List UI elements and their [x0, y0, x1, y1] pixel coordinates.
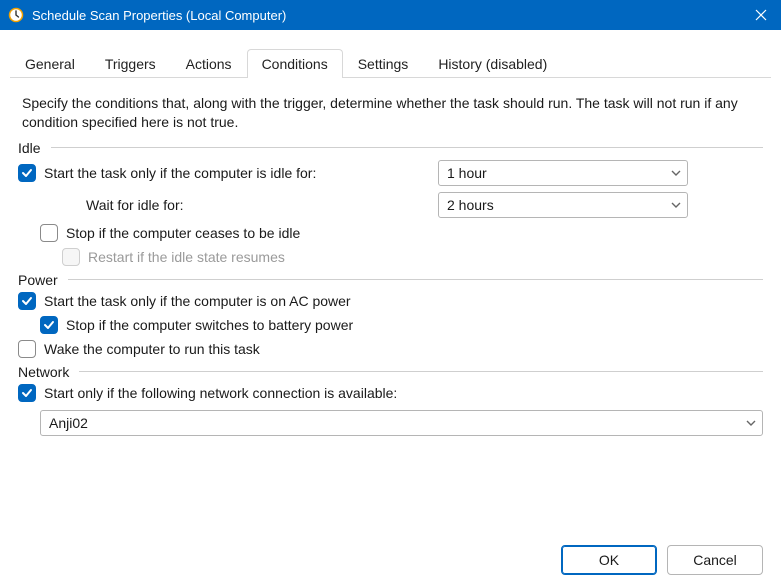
checkbox-start-if-idle[interactable] — [18, 164, 36, 182]
label-on-ac-power: Start the task only if the computer is o… — [44, 293, 351, 309]
tab-conditions[interactable]: Conditions — [247, 49, 343, 78]
tab-history[interactable]: History (disabled) — [423, 49, 562, 78]
group-power-label: Power — [18, 272, 58, 288]
checkbox-stop-on-battery[interactable] — [40, 316, 58, 334]
group-power: Power — [18, 272, 763, 288]
divider — [68, 279, 763, 280]
checkbox-restart-idle — [62, 248, 80, 266]
window-title: Schedule Scan Properties (Local Computer… — [32, 8, 741, 23]
select-wait-duration-value: 2 hours — [447, 197, 494, 213]
titlebar: Schedule Scan Properties (Local Computer… — [0, 0, 781, 30]
select-idle-duration[interactable]: 1 hour — [438, 160, 688, 186]
select-idle-duration-value: 1 hour — [447, 165, 487, 181]
tab-triggers[interactable]: Triggers — [90, 49, 171, 78]
select-network-connection-value: Anji02 — [49, 415, 88, 431]
group-network: Network — [18, 364, 763, 380]
dialog-footer: OK Cancel — [561, 545, 763, 575]
chevron-down-icon — [671, 197, 681, 213]
select-network-connection[interactable]: Anji02 — [40, 410, 763, 436]
ok-button[interactable]: OK — [561, 545, 657, 575]
close-button[interactable] — [741, 0, 781, 30]
tab-actions[interactable]: Actions — [171, 49, 247, 78]
clock-icon — [8, 7, 24, 23]
select-wait-duration[interactable]: 2 hours — [438, 192, 688, 218]
chevron-down-icon — [671, 165, 681, 181]
tab-general[interactable]: General — [10, 49, 90, 78]
group-idle: Idle — [18, 140, 763, 156]
label-wait-for-idle: Wait for idle for: — [86, 197, 184, 213]
panel-description: Specify the conditions that, along with … — [22, 94, 759, 132]
checkbox-on-ac-power[interactable] — [18, 292, 36, 310]
divider — [79, 371, 763, 372]
close-icon — [755, 9, 767, 21]
label-stop-on-battery: Stop if the computer switches to battery… — [66, 317, 353, 333]
checkbox-network-available[interactable] — [18, 384, 36, 402]
divider — [51, 147, 763, 148]
label-network-available: Start only if the following network conn… — [44, 385, 397, 401]
checkbox-stop-if-ceases-idle[interactable] — [40, 224, 58, 242]
label-start-if-idle: Start the task only if the computer is i… — [44, 165, 316, 181]
chevron-down-icon — [746, 415, 756, 431]
ok-button-label: OK — [599, 552, 619, 568]
label-stop-if-ceases-idle: Stop if the computer ceases to be idle — [66, 225, 300, 241]
cancel-button-label: Cancel — [693, 552, 737, 568]
conditions-panel: Specify the conditions that, along with … — [0, 78, 781, 452]
group-idle-label: Idle — [18, 140, 41, 156]
cancel-button[interactable]: Cancel — [667, 545, 763, 575]
tabstrip: General Triggers Actions Conditions Sett… — [0, 30, 781, 77]
group-network-label: Network — [18, 364, 69, 380]
label-wake-computer: Wake the computer to run this task — [44, 341, 260, 357]
label-restart-idle: Restart if the idle state resumes — [88, 249, 285, 265]
checkbox-wake-computer[interactable] — [18, 340, 36, 358]
tab-settings[interactable]: Settings — [343, 49, 424, 78]
